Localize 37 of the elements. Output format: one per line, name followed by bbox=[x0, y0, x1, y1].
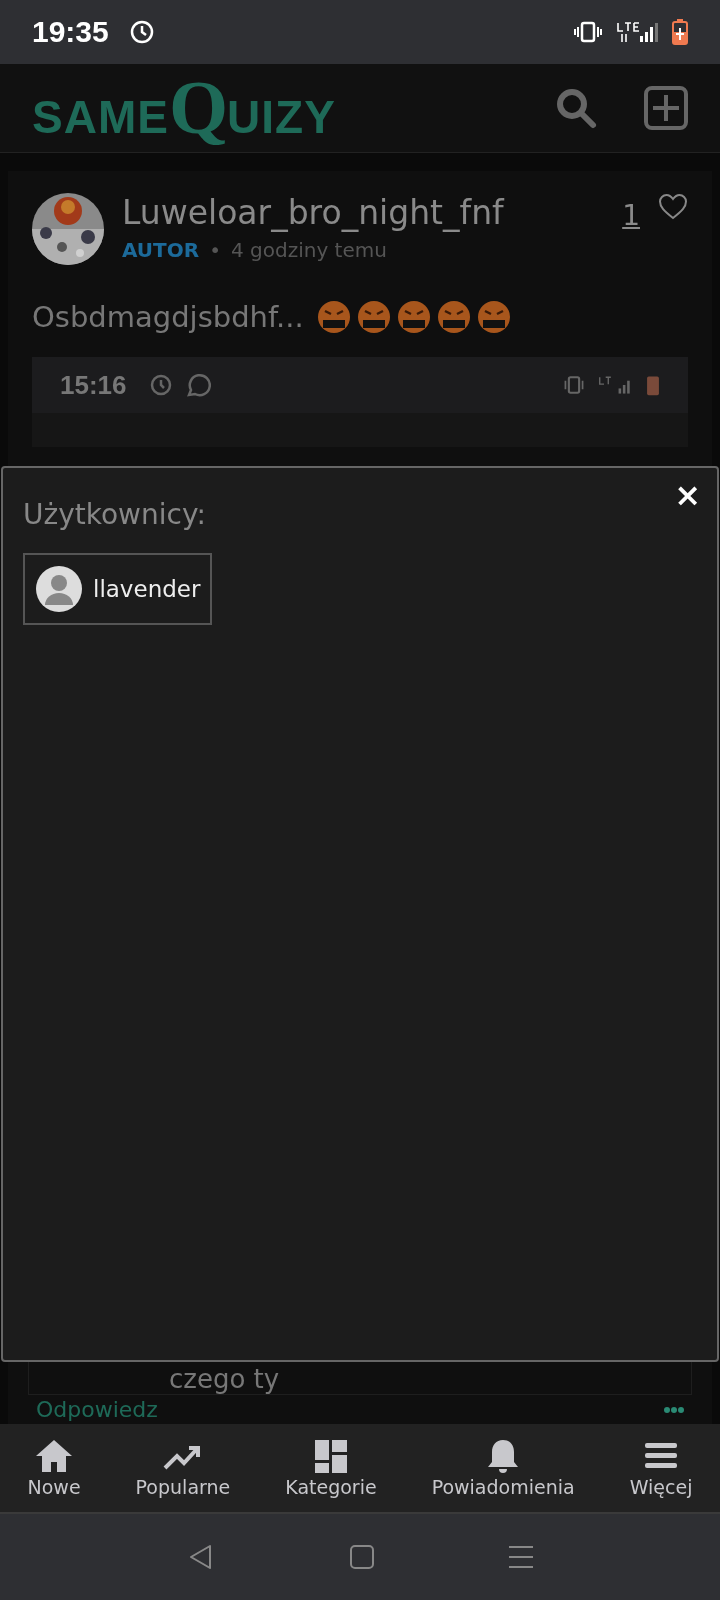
separator-dot: • bbox=[209, 238, 221, 262]
emoji-icon bbox=[355, 299, 392, 335]
home-icon[interactable] bbox=[349, 1544, 375, 1570]
signal-icon bbox=[616, 21, 658, 43]
nav-tab[interactable]: Nowe bbox=[25, 1438, 83, 1498]
battery-icon bbox=[672, 19, 688, 45]
emoji-icon bbox=[395, 299, 432, 335]
close-button[interactable]: × bbox=[668, 474, 707, 516]
heart-icon[interactable] bbox=[658, 193, 688, 221]
nav-tab[interactable]: Kategorie bbox=[283, 1438, 379, 1498]
emoji-icon bbox=[475, 299, 512, 335]
vibrate-icon bbox=[562, 375, 586, 395]
nav-tab[interactable]: Popularne bbox=[133, 1438, 233, 1498]
author-name[interactable]: Luweloar_bro_night_fnf bbox=[122, 193, 605, 232]
emoji-icon bbox=[435, 299, 472, 335]
recent-apps-icon[interactable] bbox=[507, 1544, 534, 1570]
post-text: Osbdmagdjsbdhf... bbox=[32, 300, 304, 334]
clock-icon bbox=[148, 373, 173, 397]
chat-icon bbox=[184, 372, 211, 398]
post-time: 4 godziny temu bbox=[230, 238, 387, 262]
more-icon[interactable] bbox=[664, 1406, 684, 1413]
screenshot-time: 15:16 bbox=[60, 369, 127, 401]
dialog-title: Użytkownicy: bbox=[23, 498, 207, 531]
vibrate-icon bbox=[574, 21, 602, 43]
like-count[interactable]: 1 bbox=[622, 199, 640, 232]
author-role: AUTOR bbox=[122, 238, 200, 262]
battery-icon bbox=[646, 374, 660, 396]
user-chip[interactable]: llavender bbox=[23, 553, 213, 625]
add-icon[interactable] bbox=[644, 86, 688, 130]
emoji-icon bbox=[315, 299, 352, 335]
nav-tab[interactable]: Więcej bbox=[627, 1438, 695, 1498]
search-icon[interactable] bbox=[554, 86, 598, 130]
nav-tab[interactable]: Powiadomienia bbox=[429, 1438, 577, 1498]
status-time: 19:35 bbox=[32, 15, 109, 49]
comment-text: czego ty bbox=[169, 1364, 280, 1394]
avatar-icon bbox=[35, 565, 83, 613]
clock-icon bbox=[128, 19, 155, 45]
